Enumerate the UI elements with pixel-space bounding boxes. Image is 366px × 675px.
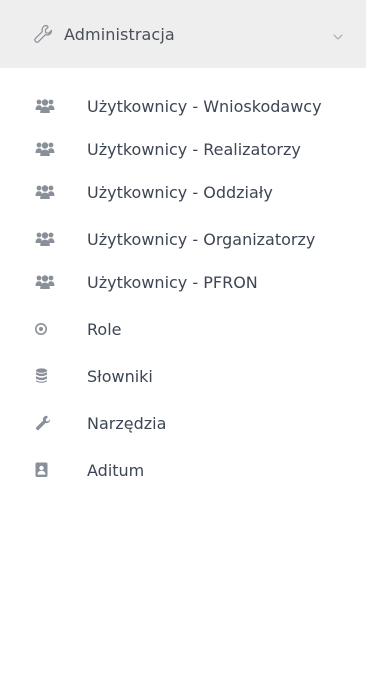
database-icon: [35, 367, 55, 383]
wrench-icon: [35, 414, 55, 431]
menu-item-label: Użytkownicy - Oddziały: [87, 183, 273, 202]
users-icon: [35, 140, 55, 156]
menu-item-label: Narzędzia: [87, 414, 167, 433]
users-icon: [35, 273, 55, 289]
menu-item-slowniki[interactable]: Słowniki: [0, 365, 366, 389]
menu-item-role[interactable]: Role: [0, 318, 366, 342]
wrench-outline-icon: [33, 24, 53, 44]
menu-item-aditum[interactable]: Aditum: [0, 459, 366, 483]
id-badge-icon: [35, 461, 55, 477]
menu-item-label: Słowniki: [87, 367, 153, 386]
dot-circle-icon: [35, 320, 55, 336]
menu-header-label: Administracja: [64, 24, 175, 44]
users-icon: [35, 230, 55, 246]
menu-header-administracja[interactable]: Administracja: [0, 0, 366, 68]
menu-item-label: Użytkownicy - Wnioskodawcy: [87, 97, 322, 116]
menu-item-label: Role: [87, 320, 122, 339]
users-icon: [35, 97, 55, 113]
menu-items-list: Użytkownicy - Wnioskodawcy Użytkownicy -…: [0, 68, 366, 483]
menu-item-uzytkownicy-pfron[interactable]: Użytkownicy - PFRON: [0, 271, 366, 295]
menu-item-label: Użytkownicy - Organizatorzy: [87, 230, 316, 249]
menu-item-label: Użytkownicy - Realizatorzy: [87, 140, 301, 159]
menu-item-uzytkownicy-oddzialy[interactable]: Użytkownicy - Oddziały: [0, 181, 366, 205]
menu-item-uzytkownicy-organizatorzy[interactable]: Użytkownicy - Organizatorzy: [0, 228, 366, 252]
chevron-down-icon[interactable]: [332, 28, 344, 40]
menu-item-label: Użytkownicy - PFRON: [87, 273, 258, 292]
menu-item-narzedzia[interactable]: Narzędzia: [0, 412, 366, 436]
users-icon: [35, 183, 55, 199]
menu-item-uzytkownicy-wnioskodawcy[interactable]: Użytkownicy - Wnioskodawcy: [0, 95, 366, 119]
menu-item-label: Aditum: [87, 461, 145, 480]
admin-menu: Administracja Użytkownicy - Wnioskodawcy: [0, 0, 366, 483]
menu-item-uzytkownicy-realizatorzy[interactable]: Użytkownicy - Realizatorzy: [0, 138, 366, 162]
